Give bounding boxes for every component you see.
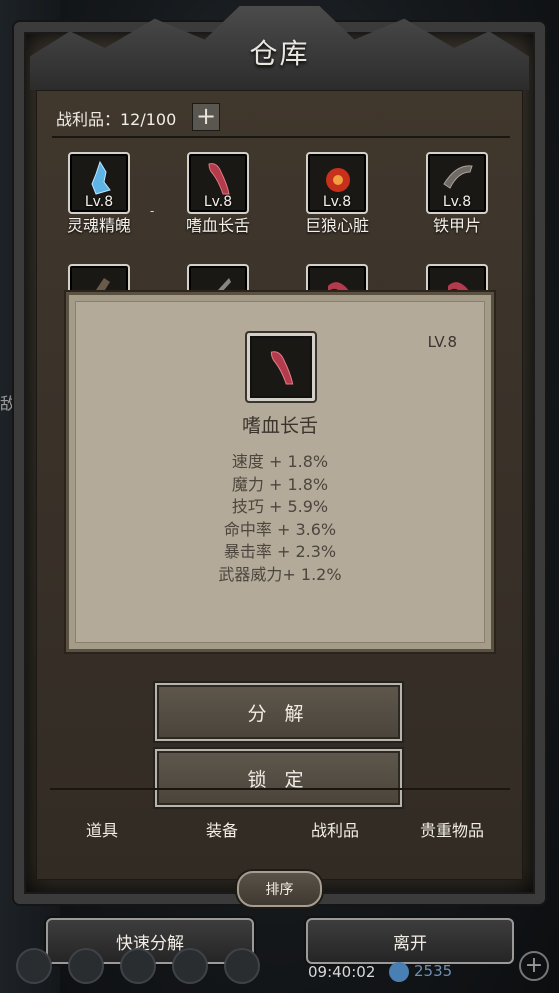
hud-skill-icon bbox=[16, 948, 52, 984]
expand-capacity-button[interactable]: + bbox=[192, 103, 220, 131]
divider bbox=[50, 788, 510, 790]
inventory-item[interactable]: Lv.8 巨狼心脏 bbox=[305, 152, 372, 236]
gem-count: 2535 bbox=[414, 962, 453, 980]
tab-items[interactable]: 道具 bbox=[86, 817, 118, 841]
decompose-button[interactable]: 分 解 bbox=[155, 683, 402, 741]
stat-line: 命中率 + 3.6% bbox=[223, 519, 337, 539]
separator-mark: - bbox=[150, 204, 155, 218]
hud-skill-icon bbox=[224, 948, 260, 984]
blood-tongue-icon bbox=[208, 163, 230, 195]
item-level: Lv.8 bbox=[84, 194, 114, 210]
hud-skill-icon bbox=[172, 948, 208, 984]
item-slot[interactable]: Lv.8 bbox=[306, 152, 368, 214]
stat-line: 技巧 + 5.9% bbox=[231, 497, 329, 516]
iron-plate-icon bbox=[443, 165, 473, 189]
stat-line: 魔力 + 1.8% bbox=[231, 474, 329, 494]
item-name: 巨狼心脏 bbox=[304, 216, 369, 235]
detail-item-slot bbox=[245, 331, 317, 403]
item-level: Lv.8 bbox=[442, 194, 472, 210]
detail-stats: 速度 + 1.8% 魔力 + 1.8% 技巧 + 5.9% 命中率 + 3.6%… bbox=[69, 451, 491, 586]
loot-count: 战利品：12/100 bbox=[56, 110, 177, 129]
stat-line: 速度 + 1.8% bbox=[231, 452, 329, 471]
item-slot[interactable]: Lv.8 bbox=[68, 152, 130, 214]
item-level: Lv.8 bbox=[322, 194, 352, 210]
wolf-heart-icon bbox=[326, 168, 350, 192]
hud-skill-icon bbox=[68, 948, 104, 984]
item-slot[interactable]: Lv.8 bbox=[187, 152, 249, 214]
tab-loot[interactable]: 战利品 bbox=[311, 817, 359, 841]
inventory-item[interactable]: Lv.8 铁甲片 bbox=[426, 152, 492, 236]
stat-line: 暴击率 + 2.3% bbox=[223, 542, 337, 561]
soul-crystal-icon bbox=[91, 160, 111, 195]
window-title: 仓库 bbox=[249, 37, 310, 70]
clock: 09:40:02 bbox=[308, 963, 376, 981]
detail-level: LV.8 bbox=[427, 333, 457, 351]
item-name: 灵魂精魄 bbox=[66, 216, 131, 235]
add-currency-icon[interactable]: + bbox=[519, 951, 549, 981]
item-name: 铁甲片 bbox=[432, 216, 481, 235]
lock-button[interactable]: 锁 定 bbox=[155, 749, 402, 807]
blood-tongue-icon bbox=[270, 351, 294, 385]
inventory-item[interactable]: Lv.8 灵魂精魄 bbox=[67, 152, 134, 236]
item-name: 嗜血长舌 bbox=[185, 216, 250, 235]
leave-button[interactable]: 离开 bbox=[306, 918, 514, 964]
divider bbox=[52, 136, 510, 138]
tab-valuables[interactable]: 贵重物品 bbox=[420, 817, 484, 841]
item-level: Lv.8 bbox=[203, 194, 233, 210]
tab-equipment[interactable]: 装备 bbox=[206, 817, 238, 841]
item-detail-panel: LV.8 嗜血长舌 速度 + 1.8% 魔力 + 1.8% 技巧 + 5.9% … bbox=[66, 292, 494, 652]
sort-button[interactable]: 排序 bbox=[237, 871, 322, 907]
gem-icon bbox=[389, 962, 409, 982]
stat-line: 武器威力+ 1.2% bbox=[218, 564, 342, 584]
detail-name: 嗜血长舌 bbox=[241, 415, 318, 437]
hud-skill-icon bbox=[120, 948, 156, 984]
item-slot[interactable]: Lv.8 bbox=[426, 152, 488, 214]
inventory-item[interactable]: Lv.8 嗜血长舌 bbox=[186, 152, 253, 236]
